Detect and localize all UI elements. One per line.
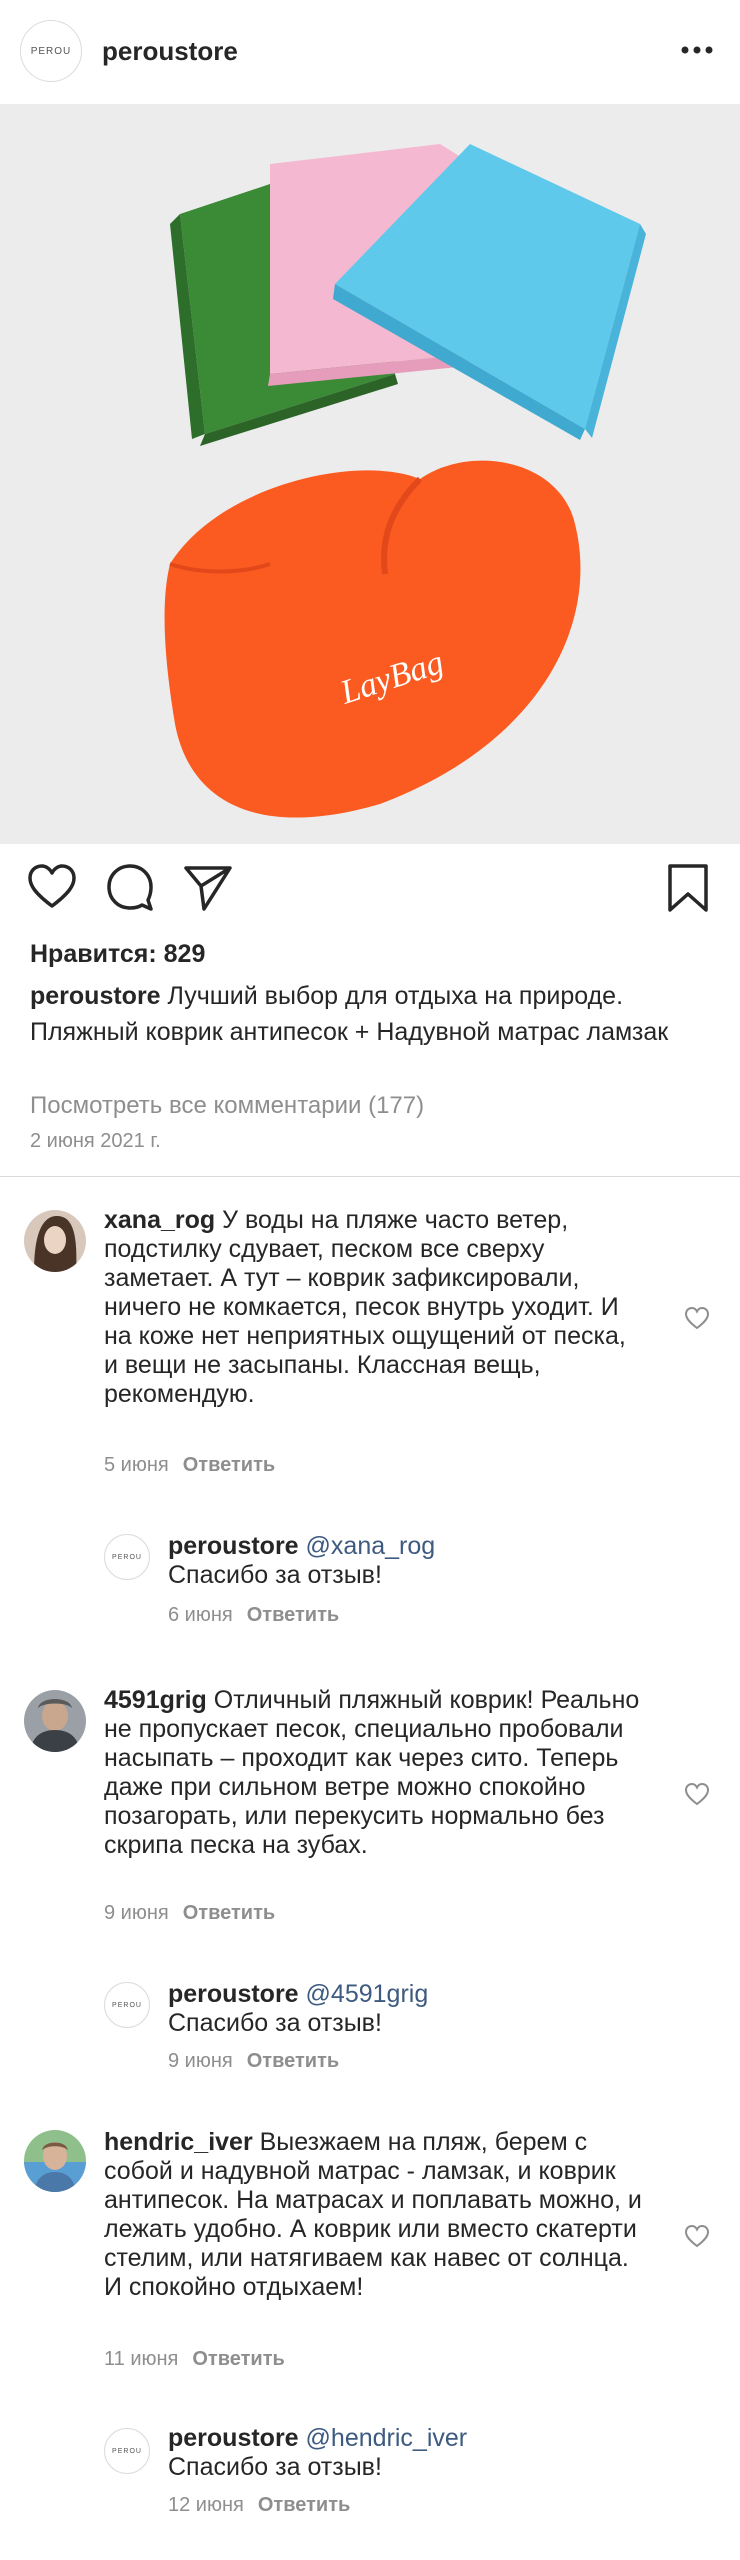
comment-username[interactable]: xana_rog bbox=[104, 1206, 215, 1234]
reply-button[interactable]: Ответить bbox=[247, 1604, 339, 1626]
comment-body: xana_rog У воды на пляже часто ветер, по… bbox=[104, 1206, 644, 1409]
product-illustration: LayBag bbox=[164, 144, 646, 818]
reply-avatar-text: PEROU bbox=[112, 2001, 142, 2009]
like-heart-icon[interactable] bbox=[26, 862, 78, 914]
reply-mention[interactable]: @4591grig bbox=[306, 1980, 429, 2008]
share-send-icon[interactable] bbox=[182, 862, 234, 914]
caption-username[interactable]: peroustore bbox=[30, 982, 161, 1010]
reply-avatar[interactable]: PEROU bbox=[104, 1982, 150, 2028]
view-all-comments-link[interactable]: Посмотреть все комментарии (177) bbox=[30, 1092, 424, 1120]
more-options-icon[interactable] bbox=[680, 40, 714, 60]
reply-text: Спасибо за отзыв! bbox=[168, 1561, 382, 1589]
comment-body: 4591grig Отличный пляжный коврик! Реальн… bbox=[104, 1686, 644, 1860]
likes-count[interactable]: Нравится: 829 bbox=[30, 940, 205, 969]
reply-avatar[interactable]: PEROU bbox=[104, 2428, 150, 2474]
reply-avatar[interactable]: PEROU bbox=[104, 1534, 150, 1580]
reply-text: Спасибо за отзыв! bbox=[168, 2009, 382, 2037]
comment-meta: 11 июня Ответить bbox=[104, 2348, 285, 2371]
reply-date: 6 июня bbox=[168, 1604, 233, 1626]
comment-meta: 5 июня Ответить bbox=[104, 1454, 275, 1477]
reply-mention[interactable]: @xana_rog bbox=[306, 1532, 436, 1560]
reply-meta: 9 июня Ответить bbox=[168, 2050, 339, 2073]
post-image[interactable]: LayBag bbox=[0, 104, 740, 844]
post-caption: peroustore Лучший выбор для отдыха на пр… bbox=[30, 978, 720, 1050]
comment-date: 5 июня bbox=[104, 1454, 169, 1476]
reply-button[interactable]: Ответить bbox=[192, 2348, 284, 2370]
reply-avatar-text: PEROU bbox=[112, 2447, 142, 2455]
commenter-avatar[interactable] bbox=[24, 2130, 86, 2192]
reply-meta: 12 июня Ответить bbox=[168, 2494, 350, 2517]
reply-avatar-text: PEROU bbox=[112, 1553, 142, 1561]
reply-date: 9 июня bbox=[168, 2050, 233, 2072]
reply-username[interactable]: peroustore bbox=[168, 1980, 299, 2008]
profile-username[interactable]: peroustore bbox=[102, 36, 238, 67]
post-actions bbox=[0, 862, 740, 920]
comment-like-heart-icon[interactable] bbox=[684, 2224, 710, 2248]
comment-date: 11 июня bbox=[104, 2348, 179, 2370]
section-divider bbox=[0, 1176, 740, 1177]
reply-username[interactable]: peroustore bbox=[168, 2424, 299, 2452]
comment-username[interactable]: hendric_iver bbox=[104, 2128, 253, 2156]
save-bookmark-icon[interactable] bbox=[662, 862, 714, 914]
orange-lazy-bag: LayBag bbox=[164, 460, 581, 818]
avatar-logo-text: PEROU bbox=[30, 45, 72, 57]
reply-date: 12 июня bbox=[168, 2494, 244, 2516]
post-header: PEROU peroustore bbox=[0, 0, 740, 104]
commenter-avatar[interactable] bbox=[24, 1210, 86, 1272]
profile-avatar[interactable]: PEROU bbox=[20, 20, 82, 82]
reply-text: Спасибо за отзыв! bbox=[168, 2453, 382, 2481]
reply-button[interactable]: Ответить bbox=[247, 2050, 339, 2072]
comment-like-heart-icon[interactable] bbox=[684, 1782, 710, 1806]
reply-username[interactable]: peroustore bbox=[168, 1532, 299, 1560]
reply-body: peroustore @4591grig Спасибо за отзыв! bbox=[168, 1980, 708, 2038]
comment-bubble-icon[interactable] bbox=[104, 862, 156, 914]
comment-like-heart-icon[interactable] bbox=[684, 1306, 710, 1330]
reply-meta: 6 июня Ответить bbox=[168, 1604, 339, 1627]
reply-button[interactable]: Ответить bbox=[183, 1902, 275, 1924]
reply-body: peroustore @xana_rog Спасибо за отзыв! bbox=[168, 1532, 708, 1590]
comment-meta: 9 июня Ответить bbox=[104, 1902, 275, 1925]
reply-body: peroustore @hendric_iver Спасибо за отзыв… bbox=[168, 2424, 708, 2482]
comment-text: У воды на пляже часто ветер, подстилку с… bbox=[104, 1206, 626, 1408]
reply-button[interactable]: Ответить bbox=[258, 2494, 350, 2516]
comment-date: 9 июня bbox=[104, 1902, 169, 1924]
reply-button[interactable]: Ответить bbox=[183, 1454, 275, 1476]
comment-username[interactable]: 4591grig bbox=[104, 1686, 207, 1714]
commenter-avatar[interactable] bbox=[24, 1690, 86, 1752]
comment-body: hendric_iver Выезжаем на пляж, берем с с… bbox=[104, 2128, 644, 2302]
reply-mention[interactable]: @hendric_iver bbox=[306, 2424, 468, 2452]
post-date: 2 июня 2021 г. bbox=[30, 1130, 161, 1152]
